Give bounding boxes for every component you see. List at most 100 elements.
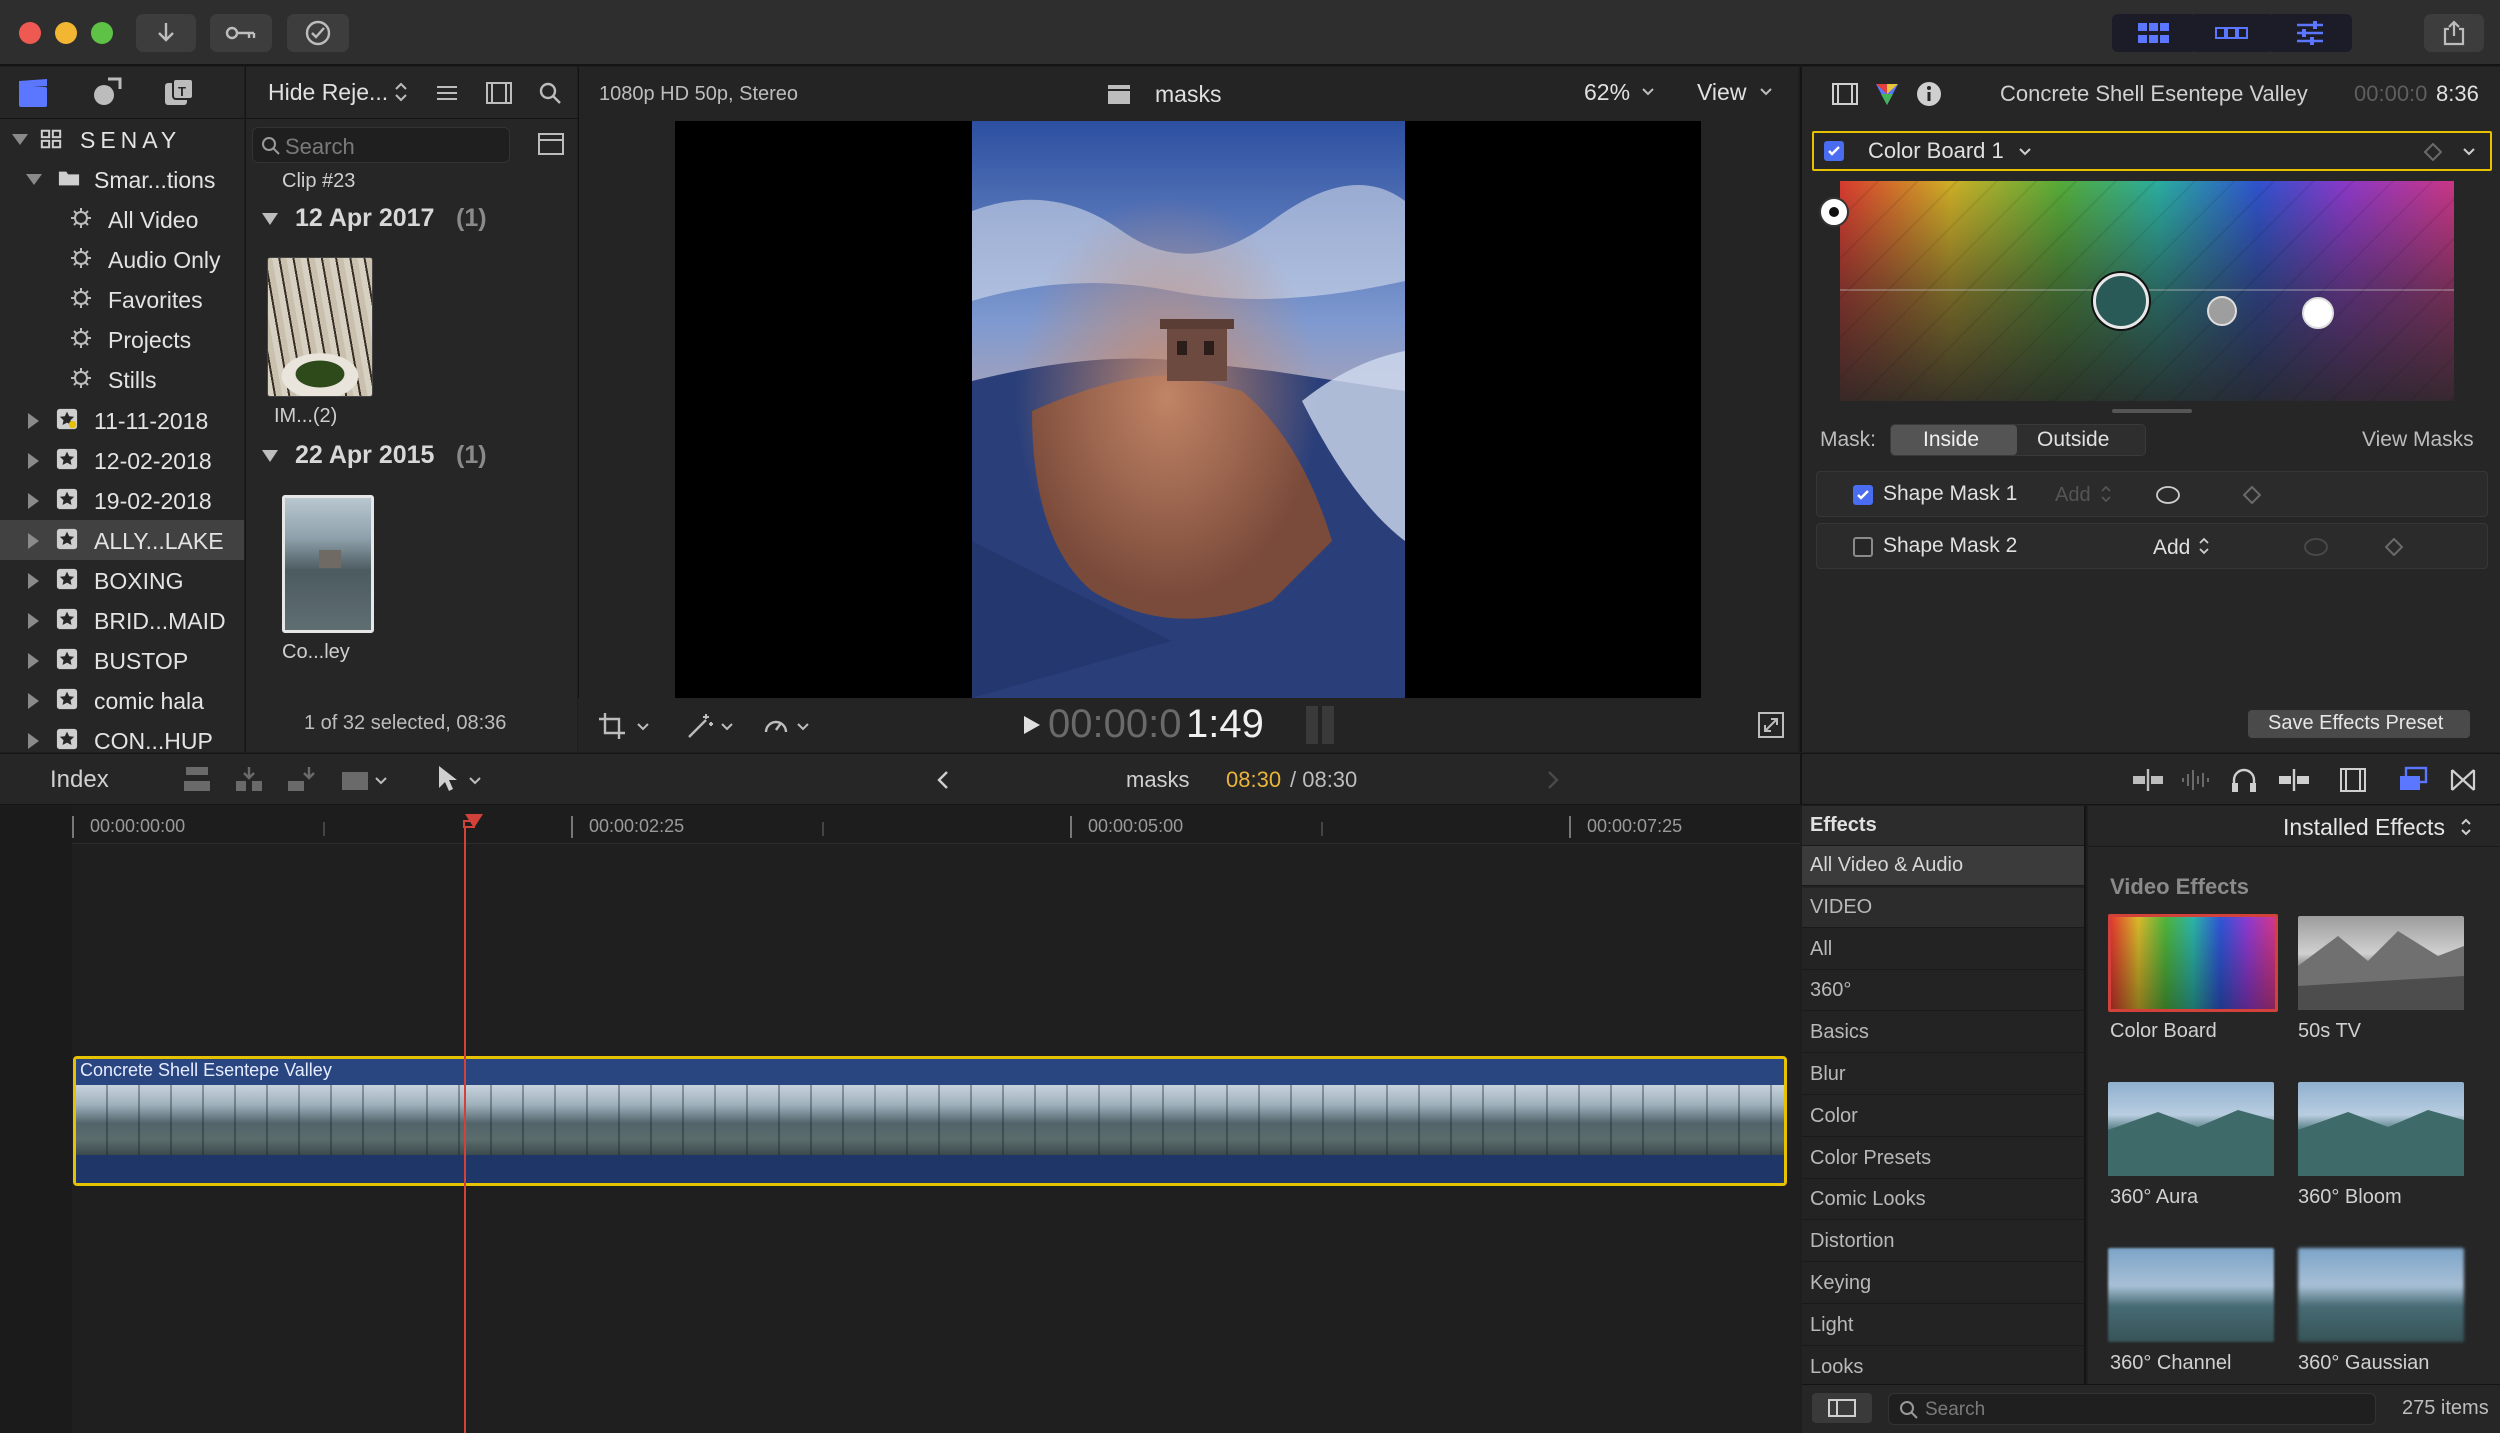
effects-category-item[interactable]: Color [1802,1097,2084,1137]
zoom-menu[interactable]: 62% [1584,79,1630,106]
overwrite-clip-icon[interactable] [340,764,370,794]
library-row[interactable]: SENAY [0,119,244,159]
effect-thumbnail-360-channel[interactable] [2108,1248,2274,1342]
disclosure-icon[interactable] [28,493,39,509]
color-tab-button[interactable] [1819,197,1849,227]
effect-thumbnail-360-bloom[interactable] [2298,1082,2464,1176]
disclosure-icon[interactable] [28,413,39,429]
smart-collection-item[interactable]: Favorites [0,279,244,319]
event-item[interactable]: ALLY...LAKE [0,520,244,560]
effects-category-item[interactable]: All Video & Audio [1802,846,2084,886]
effects-category-item[interactable]: Distortion [1802,1222,2084,1263]
smart-collection-item[interactable]: All Video [0,199,244,239]
disclosure-icon[interactable] [28,533,39,549]
shadows-puck[interactable] [2207,296,2237,326]
outside-segment[interactable]: Outside [2037,428,2109,452]
effects-category-item[interactable]: Color Presets [1802,1139,2084,1179]
smart-collection-item[interactable]: Projects [0,319,244,359]
titles-generators-icon[interactable]: T [162,77,196,109]
effect-enable-checkbox[interactable] [1824,141,1844,161]
timeline-clip[interactable]: Concrete Shell Esentepe Valley [73,1056,1787,1186]
minimize-window-button[interactable] [55,22,77,44]
chevron-down-icon[interactable] [2462,147,2476,157]
clip-filter-menu[interactable]: Hide Reje... [268,79,388,106]
fullscreen-icon[interactable] [1758,712,1784,738]
disclosure-icon[interactable] [12,134,28,145]
effect-name[interactable]: Color Board 1 [1868,138,2004,164]
mask-shape-icon[interactable] [2155,484,2181,506]
disclosure-icon[interactable] [26,174,42,185]
shape-mask-row[interactable]: Shape Mask 2 Add [1816,523,2488,569]
effects-browser-icon[interactable] [2398,766,2428,794]
clapper-film-icon[interactable] [16,77,50,109]
toggle-browser-button[interactable] [2112,14,2196,52]
event-item[interactable]: CON...HUP [0,720,244,752]
select-tool-icon[interactable] [436,764,458,794]
chevron-down-icon[interactable] [1641,87,1655,97]
up-down-chevron-icon[interactable] [2460,816,2472,838]
background-tasks-button[interactable] [287,14,349,52]
clip-appearance-icon[interactable] [2340,768,2366,792]
toggle-inspector-button[interactable] [2268,14,2352,52]
shape-mask-checkbox[interactable] [1853,537,1873,557]
inside-segment[interactable]: Inside [1891,425,2017,455]
chevron-down-icon[interactable] [374,776,388,786]
effect-thumbnail-360-gaussian[interactable] [2298,1248,2464,1342]
effects-category-item[interactable]: Basics [1802,1013,2084,1054]
effects-category-item[interactable]: All [1802,930,2084,970]
video-inspector-icon[interactable] [1832,83,1858,105]
play-icon[interactable] [1022,714,1042,736]
add-menu[interactable]: Add [2153,536,2190,560]
crop-icon[interactable] [598,712,626,740]
import-button[interactable] [136,14,196,52]
event-item[interactable]: BRID...MAID [0,600,244,640]
smart-folder-row[interactable]: Smar...tions [0,159,244,199]
event-item[interactable]: 19-02-2018 [0,480,244,520]
midtones-puck[interactable] [2302,297,2334,329]
effects-category-item[interactable]: Keying [1802,1264,2084,1304]
effect-header[interactable]: Color Board 1 [1812,131,2492,171]
smart-collection-item[interactable]: Stills [0,359,244,399]
disclosure-icon[interactable] [262,450,278,462]
effects-category-item[interactable]: Light [1802,1306,2084,1346]
save-effects-preset-button[interactable]: Save Effects Preset [2248,710,2470,738]
effect-thumbnail-360-aura[interactable] [2108,1082,2274,1176]
event-item[interactable]: 12-02-2018 [0,440,244,480]
connect-clip-icon[interactable] [182,764,212,794]
search-icon[interactable] [538,81,562,105]
disclosure-icon[interactable] [262,213,278,225]
disclosure-icon[interactable] [28,733,39,749]
back-chevron-icon[interactable] [936,770,950,790]
color-inspector-icon[interactable] [1874,81,1900,107]
keyframe-diamond-icon[interactable] [2243,486,2261,504]
chevron-down-icon[interactable] [468,776,482,786]
zoom-window-button[interactable] [91,22,113,44]
audio-skimming-icon[interactable] [2180,768,2210,792]
clip-appearance-icon[interactable] [538,133,564,155]
keyframe-diamond-icon[interactable] [2385,538,2403,556]
disclosure-icon[interactable] [28,653,39,669]
effects-category-item[interactable]: Blur [1802,1055,2084,1095]
append-clip-icon[interactable] [286,764,316,794]
info-icon[interactable] [1916,81,1942,107]
snapping-icon[interactable] [2278,768,2310,792]
toggle-sidebar-button[interactable] [1812,1393,1872,1423]
mask-shape-icon[interactable] [2303,536,2329,558]
timeline-ruler[interactable]: 00:00:00:00 00:00:02:25 00:00:05:00 00:0… [0,806,1800,844]
chevron-down-icon[interactable] [720,722,734,732]
event-item[interactable]: BOXING [0,560,244,600]
effects-category-item[interactable]: 360° [1802,971,2084,1012]
clip-skimming-icon[interactable] [2132,768,2164,792]
global-puck[interactable] [2093,273,2149,329]
toggle-timeline-button[interactable] [2190,14,2274,52]
disclosure-icon[interactable] [28,613,39,629]
keywords-button[interactable] [210,14,272,52]
headphones-icon[interactable] [2230,766,2258,794]
filmstrip-icon[interactable] [486,82,512,104]
insert-clip-icon[interactable] [234,764,264,794]
transitions-icon[interactable] [2450,768,2476,792]
playhead-line[interactable] [464,828,466,1433]
clip-thumbnail[interactable] [267,257,373,397]
disclosure-icon[interactable] [28,693,39,709]
add-menu-disabled[interactable]: Add [2055,484,2091,507]
